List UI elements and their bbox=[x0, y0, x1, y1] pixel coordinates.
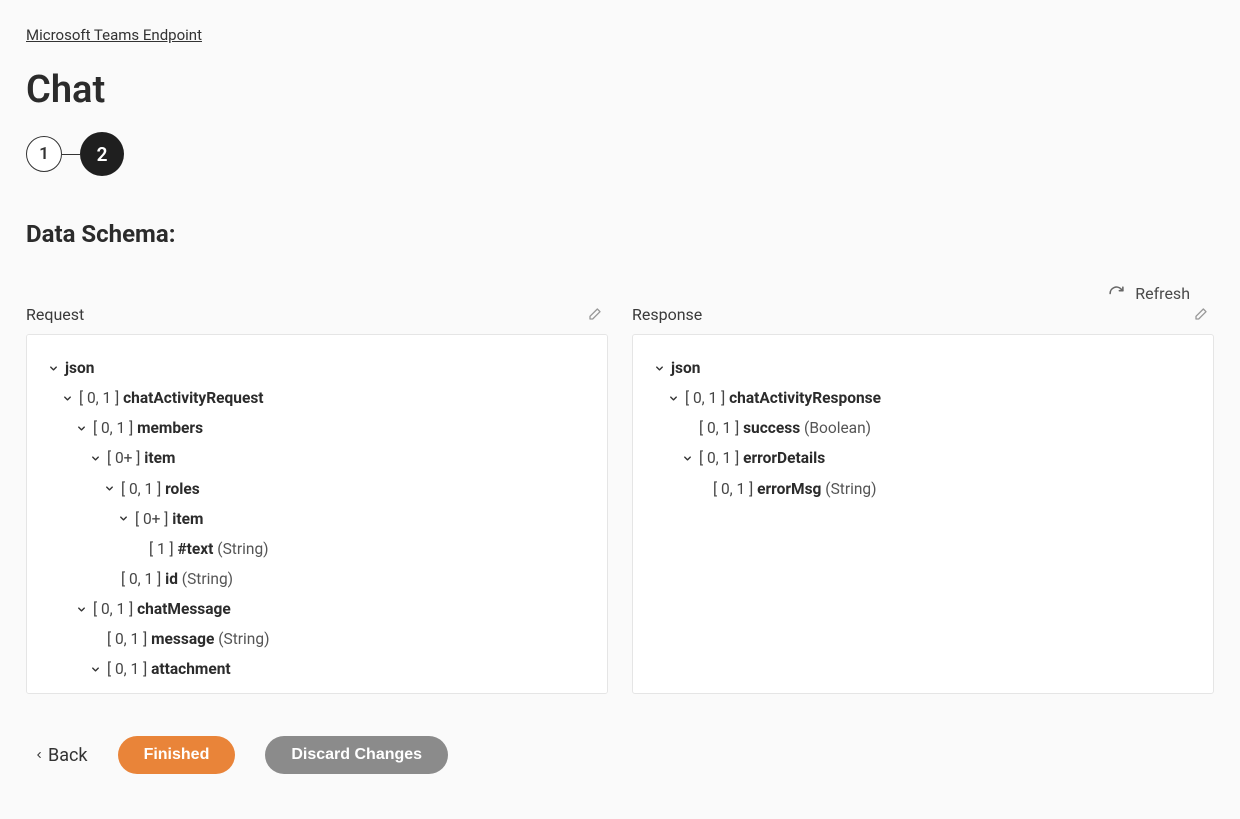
chevron-down-icon[interactable] bbox=[681, 453, 693, 464]
tree-node-label: [ 0, 1 ] errorMsg (String) bbox=[713, 479, 877, 499]
tree-node-label: [ 0, 1 ] chatActivityResponse bbox=[685, 388, 881, 408]
step-1[interactable]: 1 bbox=[26, 136, 62, 172]
tree-node: [ 0, 1 ] errorMsg (String) bbox=[653, 474, 1193, 504]
section-title: Data Schema: bbox=[26, 220, 1214, 248]
tree-node: [ 1 ] #text (String) bbox=[47, 534, 587, 564]
request-panel: Request json [ 0, 1 ] chatActivityRequest… bbox=[26, 305, 608, 694]
response-tree[interactable]: json [ 0, 1 ] chatActivityResponse [ 0, 1 … bbox=[632, 334, 1214, 694]
response-panel: Response json [ 0, 1 ] chatActivityRespon… bbox=[632, 305, 1214, 694]
chevron-left-icon bbox=[34, 748, 44, 762]
tree-node[interactable]: [ 0, 1 ] errorDetails bbox=[653, 443, 1193, 473]
tree-node: [ 0, 1 ] success (Boolean) bbox=[653, 413, 1193, 443]
tree-node-label: [ 0, 1 ] members bbox=[93, 418, 203, 438]
chevron-down-icon[interactable] bbox=[89, 664, 101, 675]
tree-node[interactable]: [ 0, 1 ] chatActivityRequest bbox=[47, 383, 587, 413]
edit-request-icon[interactable] bbox=[586, 307, 602, 323]
tree-node[interactable]: [ 0, 1 ] attachment bbox=[47, 654, 587, 684]
tree-node: [ 0, 1 ] message (String) bbox=[47, 624, 587, 654]
chevron-down-icon[interactable] bbox=[75, 423, 87, 434]
tree-node-label: [ 0, 1 ] chatActivityRequest bbox=[79, 388, 264, 408]
tree-node-label: [ 0+ ] item bbox=[107, 448, 175, 468]
response-label: Response bbox=[632, 305, 702, 324]
chevron-down-icon[interactable] bbox=[103, 483, 115, 494]
edit-response-icon[interactable] bbox=[1192, 307, 1208, 323]
refresh-label: Refresh bbox=[1135, 284, 1190, 303]
tree-node[interactable]: [ 0+ ] item bbox=[47, 443, 587, 473]
tree-node-label: [ 0+ ] item bbox=[135, 509, 203, 529]
tree-node[interactable]: [ 0+ ] item bbox=[47, 504, 587, 534]
chevron-down-icon[interactable] bbox=[47, 363, 59, 374]
chevron-down-icon[interactable] bbox=[89, 453, 101, 464]
tree-node-label: json bbox=[65, 358, 94, 378]
finished-button[interactable]: Finished bbox=[118, 736, 236, 774]
request-tree[interactable]: json [ 0, 1 ] chatActivityRequest [ 0, 1 ]… bbox=[26, 334, 608, 694]
tree-node-label: json bbox=[671, 358, 700, 378]
chevron-down-icon[interactable] bbox=[653, 363, 665, 374]
tree-node-label: [ 0, 1 ] chatMessage bbox=[93, 599, 231, 619]
tree-node[interactable]: json bbox=[653, 353, 1193, 383]
tree-node-label: [ 0, 1 ] attachment bbox=[107, 659, 231, 679]
chevron-down-icon[interactable] bbox=[75, 604, 87, 615]
tree-node-label: [ 0, 1 ] message (String) bbox=[107, 629, 269, 649]
tree-node[interactable]: [ 0, 1 ] chatActivityResponse bbox=[653, 383, 1193, 413]
refresh-icon bbox=[1108, 285, 1125, 302]
page-title: Chat bbox=[26, 68, 1214, 112]
stepper: 1 2 bbox=[26, 132, 1214, 176]
tree-node-label: [ 0, 1 ] id (String) bbox=[121, 569, 233, 589]
tree-node-label: [ 0, 1 ] roles bbox=[121, 479, 200, 499]
back-button[interactable]: Back bbox=[34, 745, 88, 766]
tree-node-label: [ 0, 1 ] errorDetails bbox=[699, 448, 825, 468]
breadcrumb-link[interactable]: Microsoft Teams Endpoint bbox=[26, 26, 202, 44]
tree-node[interactable]: [ 0, 1 ] roles bbox=[47, 474, 587, 504]
chevron-down-icon[interactable] bbox=[667, 393, 679, 404]
discard-changes-button[interactable]: Discard Changes bbox=[265, 736, 448, 774]
tree-node[interactable]: [ 0, 1 ] chatMessage bbox=[47, 594, 587, 624]
request-label: Request bbox=[26, 305, 84, 324]
refresh-button[interactable]: Refresh bbox=[1108, 284, 1214, 303]
tree-node[interactable]: [ 0, 1 ] members bbox=[47, 413, 587, 443]
chevron-down-icon[interactable] bbox=[61, 393, 73, 404]
step-2[interactable]: 2 bbox=[80, 132, 124, 176]
tree-node-label: [ 0, 1 ] success (Boolean) bbox=[699, 418, 871, 438]
back-label: Back bbox=[48, 745, 88, 766]
tree-node: [ 0, 1 ] id (String) bbox=[47, 564, 587, 594]
step-connector bbox=[62, 154, 80, 155]
chevron-down-icon[interactable] bbox=[117, 513, 129, 524]
tree-node[interactable]: json bbox=[47, 353, 587, 383]
tree-node-label: [ 1 ] #text (String) bbox=[149, 539, 269, 559]
